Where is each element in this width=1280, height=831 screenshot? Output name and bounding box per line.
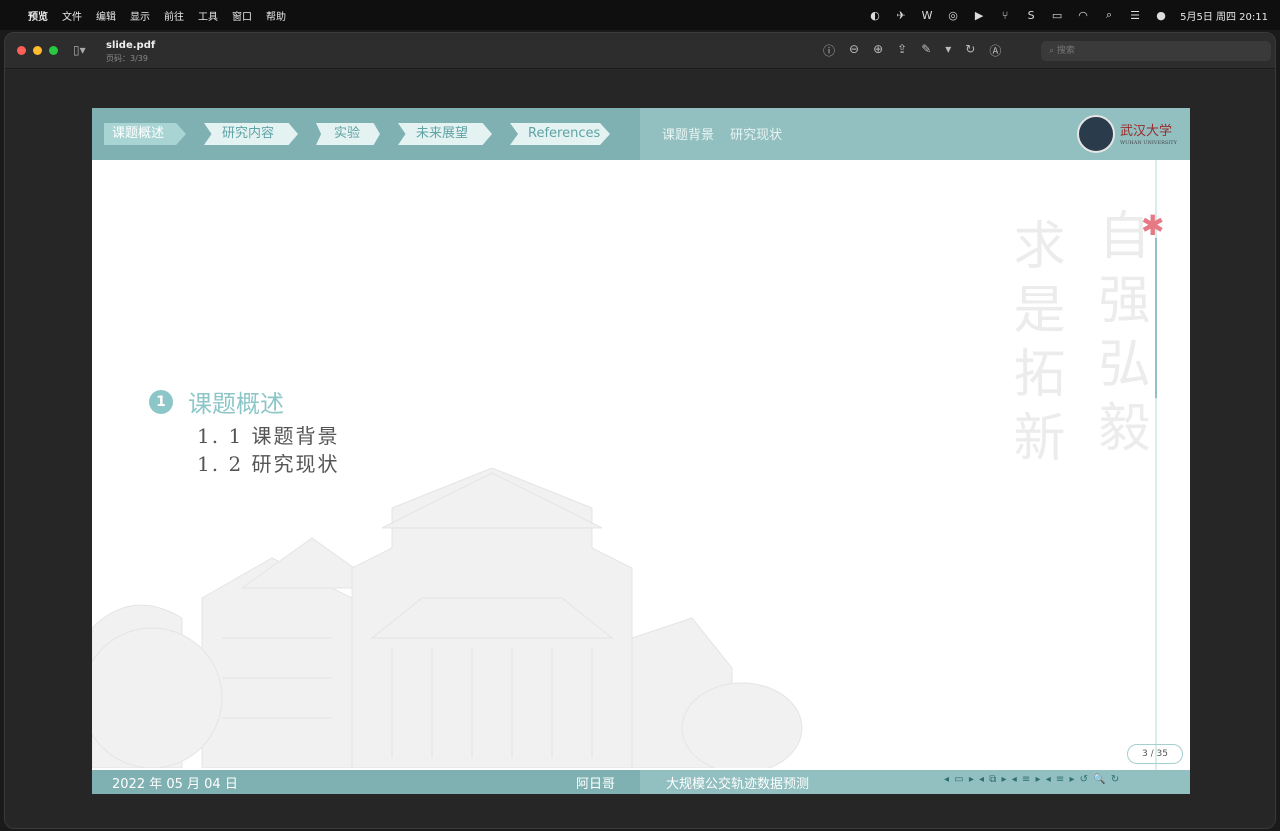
slide-footer: 2022 年 05 月 04 日 阿日哥 大规模公交轨迹数据预测 ◂ ▭ ▸ ◂… bbox=[92, 770, 1190, 794]
zoom-icon[interactable] bbox=[49, 46, 58, 55]
menubar-datetime[interactable]: 5月5日 周四 20:11 bbox=[1180, 8, 1268, 23]
search-input[interactable]: ⌕ 搜索 bbox=[1041, 41, 1271, 61]
w-icon[interactable]: W bbox=[920, 8, 934, 22]
nav-tab-experiment[interactable]: 实验 bbox=[316, 123, 380, 145]
menu-window[interactable]: 窗口 bbox=[232, 8, 252, 23]
beamer-navigation-icons[interactable]: ◂ ▭ ▸ ◂ ⧉ ▸ ◂ ≡ ▸ ◂ ≡ ▸ ↺ 🔍 ↻ bbox=[944, 774, 1120, 785]
info-icon[interactable]: ⓘ bbox=[823, 42, 835, 59]
chevron-down-icon[interactable]: ▾ bbox=[945, 42, 951, 59]
university-logo-subtext: WUHAN UNIVERSITY bbox=[1120, 140, 1177, 146]
document-page-info: 页码：3/39 bbox=[106, 54, 148, 63]
markup-icon[interactable]: ✎ bbox=[921, 42, 931, 59]
footer-date: 2022 年 05 月 04 日 bbox=[112, 777, 238, 792]
battery-icon[interactable]: ▭ bbox=[1050, 8, 1064, 22]
building-sketch-image bbox=[92, 468, 803, 768]
annotate-icon[interactable]: Ⓐ bbox=[989, 42, 1001, 59]
menu-file[interactable]: 文件 bbox=[62, 8, 82, 23]
fork-icon[interactable]: ⑂ bbox=[998, 8, 1012, 22]
sublink-background[interactable]: 课题背景 bbox=[662, 128, 714, 143]
menu-tools[interactable]: 工具 bbox=[198, 8, 218, 23]
preview-window: ▯▾ slide.pdf 页码：3/39 ⓘ ⊖ ⊕ ⇪ ✎ ▾ ↻ Ⓐ ⌕ 搜… bbox=[4, 32, 1276, 829]
motto-column-1: 自强弘毅 bbox=[1089, 208, 1149, 464]
nav-tab-references[interactable]: References bbox=[510, 123, 610, 145]
search-field-icon: ⌕ bbox=[1049, 46, 1057, 56]
rotate-icon[interactable]: ↻ bbox=[965, 42, 975, 59]
pdf-viewer[interactable]: 课题概述 研究内容 实验 未来展望 References 课题背景 研究现状 武… bbox=[5, 70, 1275, 828]
footer-author: 阿日哥 bbox=[576, 777, 616, 792]
slide-header: 课题概述 研究内容 实验 未来展望 References 课题背景 研究现状 武… bbox=[92, 108, 1190, 160]
window-controls bbox=[17, 46, 58, 55]
toc-item-background[interactable]: 1. 1 课题背景 bbox=[197, 420, 340, 449]
title-bar: ▯▾ slide.pdf 页码：3/39 ⓘ ⊖ ⊕ ⇪ ✎ ▾ ↻ Ⓐ ⌕ 搜… bbox=[5, 33, 1275, 69]
toc-item-status[interactable]: 1. 2 研究现状 bbox=[197, 448, 340, 477]
menu-view[interactable]: 显示 bbox=[130, 8, 150, 23]
menu-preview[interactable]: 预览 bbox=[28, 8, 48, 23]
university-logo-text: 武汉大学 bbox=[1120, 124, 1173, 139]
page-number-badge: 3 / 35 bbox=[1127, 744, 1183, 764]
minimize-icon[interactable] bbox=[33, 46, 42, 55]
toc-section-title[interactable]: 课题概述 bbox=[188, 384, 284, 419]
wifi-icon[interactable]: ◠ bbox=[1076, 8, 1090, 22]
menu-go[interactable]: 前往 bbox=[164, 8, 184, 23]
clash-icon[interactable]: ✈ bbox=[894, 8, 908, 22]
siri-icon[interactable]: ● bbox=[1154, 8, 1168, 22]
university-seal-icon bbox=[1077, 115, 1115, 153]
sublink-status[interactable]: 研究现状 bbox=[730, 128, 782, 143]
wechat-icon[interactable]: ◎ bbox=[946, 8, 960, 22]
share-icon[interactable]: ⇪ bbox=[897, 42, 907, 59]
nav-tab-overview[interactable]: 课题概述 bbox=[104, 123, 186, 145]
toc-section-number: 1 bbox=[149, 390, 173, 414]
slide-page: 课题概述 研究内容 实验 未来展望 References 课题背景 研究现状 武… bbox=[92, 108, 1190, 794]
menu-help[interactable]: 帮助 bbox=[266, 8, 286, 23]
qq-icon[interactable]: ◐ bbox=[868, 8, 882, 22]
s-icon[interactable]: S bbox=[1024, 8, 1038, 22]
section-sublinks: 课题背景 研究现状 bbox=[662, 124, 794, 143]
nav-tab-research[interactable]: 研究内容 bbox=[204, 123, 298, 145]
menu-bar: 预览 文件 编辑 显示 前往 工具 窗口 帮助 ◐ ✈ W ◎ ▶ ⑂ S ▭ … bbox=[0, 0, 1280, 30]
menu-edit[interactable]: 编辑 bbox=[96, 8, 116, 23]
zoom-out-icon[interactable]: ⊖ bbox=[849, 42, 859, 59]
zoom-in-icon[interactable]: ⊕ bbox=[873, 42, 883, 59]
footer-title: 大规模公交轨迹数据预测 bbox=[666, 777, 810, 792]
control-center-icon[interactable]: ☰ bbox=[1128, 8, 1142, 22]
close-icon[interactable] bbox=[17, 46, 26, 55]
nav-tab-future[interactable]: 未来展望 bbox=[398, 123, 492, 145]
sidebar-toggle-icon[interactable]: ▯▾ bbox=[73, 43, 86, 57]
search-icon[interactable]: ⌕ bbox=[1102, 8, 1116, 22]
motto-column-2: 求是拓新 bbox=[1004, 218, 1064, 474]
play-icon[interactable]: ▶ bbox=[972, 8, 986, 22]
document-title: slide.pdf bbox=[106, 40, 156, 51]
